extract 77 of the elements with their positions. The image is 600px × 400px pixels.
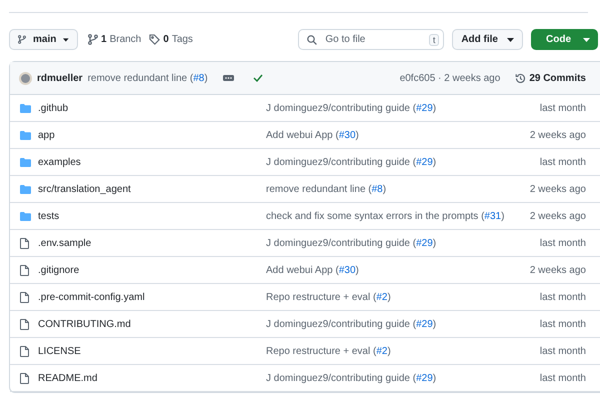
- avatar[interactable]: [19, 72, 32, 84]
- caret-icon: [583, 38, 590, 42]
- add-file-button[interactable]: Add file: [452, 29, 523, 50]
- commit-message: remove redundant line (#8): [88, 72, 208, 84]
- pull-request-link[interactable]: #29: [416, 156, 433, 168]
- commit-message: J dominguez9/contributing guide (#29): [266, 372, 438, 384]
- file-icon: [20, 372, 29, 384]
- caret-icon: [63, 38, 69, 42]
- folder-link[interactable]: app: [38, 130, 266, 140]
- folder-icon: [20, 184, 31, 194]
- pull-request-link[interactable]: #8: [193, 72, 204, 84]
- commit-time: 2 weeks ago: [530, 184, 586, 194]
- folder-link[interactable]: src/translation_agent: [38, 184, 266, 194]
- ellipsis-icon[interactable]: [222, 75, 234, 81]
- pull-request-link[interactable]: #29: [416, 102, 433, 114]
- pull-request-link[interactable]: #8: [372, 184, 383, 194]
- branches-link[interactable]: 1 Branch: [88, 34, 142, 45]
- commit-message: Add webui App (#30): [266, 264, 360, 276]
- file-link[interactable]: .gitignore: [38, 264, 266, 276]
- tags-link[interactable]: 0 Tags: [149, 34, 193, 45]
- commit-time: 2 weeks ago: [530, 264, 586, 276]
- commit-message: Repo restructure + eval (#2): [266, 346, 392, 356]
- pull-request-link[interactable]: #31: [484, 210, 502, 222]
- commit-time: last month: [540, 372, 586, 384]
- file-link[interactable]: LICENSE: [38, 346, 266, 356]
- file-link[interactable]: README.md: [38, 372, 266, 384]
- folder-icon: [20, 158, 31, 166]
- pull-request-link[interactable]: #30: [338, 264, 356, 276]
- history-icon: [515, 72, 526, 84]
- file-link[interactable]: .env.sample: [38, 238, 266, 248]
- folder-link[interactable]: .github: [38, 102, 266, 114]
- commit-hash[interactable]: e0fc605 · 2 weeks ago: [400, 72, 500, 84]
- pull-request-link[interactable]: #2: [376, 292, 388, 302]
- folder-link[interactable]: examples: [38, 156, 266, 168]
- commit-message: J dominguez9/contributing guide (#29): [266, 102, 438, 114]
- pull-request-link[interactable]: #29: [416, 238, 433, 248]
- commit-time: last month: [540, 238, 586, 248]
- commit-message: Add webui App (#30): [266, 130, 360, 140]
- commit-time: last month: [540, 156, 586, 168]
- tag-icon: [149, 34, 160, 45]
- branch-icon: [18, 34, 26, 45]
- author-name[interactable]: rdmueller: [37, 72, 83, 84]
- pull-request-link[interactable]: #29: [416, 318, 433, 330]
- pull-request-link[interactable]: #2: [376, 346, 388, 356]
- commit-message: J dominguez9/contributing guide (#29): [266, 238, 438, 248]
- search-icon: [307, 34, 318, 44]
- commit-time: last month: [540, 346, 586, 356]
- file-icon: [20, 264, 29, 276]
- pull-request-link[interactable]: #30: [338, 130, 356, 140]
- pull-request-link[interactable]: #29: [416, 372, 433, 384]
- commit-message: J dominguez9/contributing guide (#29): [266, 156, 438, 168]
- commit-message: Repo restructure + eval (#2): [266, 292, 392, 302]
- folder-link[interactable]: tests: [38, 210, 266, 222]
- commits-link[interactable]: 29 Commits: [515, 72, 586, 84]
- file-icon: [20, 318, 29, 330]
- search-field[interactable]: Go to file t: [298, 29, 444, 50]
- shortcut-key: t: [428, 34, 440, 46]
- caret-icon: [507, 38, 514, 42]
- file-link[interactable]: .pre-commit-config.yaml: [38, 292, 266, 302]
- branch-icon: [88, 34, 98, 45]
- commit-time: last month: [540, 292, 586, 302]
- file-icon: [20, 238, 29, 248]
- commit-time: last month: [540, 318, 586, 330]
- commit-message: check and fix some syntax errors in the prompts (#31): [266, 210, 506, 222]
- commit-message: remove redundant line (#8): [266, 184, 388, 194]
- folder-icon: [20, 212, 31, 220]
- branch-select[interactable]: main: [9, 29, 78, 50]
- folder-icon: [20, 130, 31, 140]
- file-link[interactable]: CONTRIBUTING.md: [38, 318, 266, 330]
- commit-time: last month: [540, 102, 586, 114]
- commit-message: J dominguez9/contributing guide (#29): [266, 318, 438, 330]
- file-icon: [20, 292, 29, 302]
- commit-time: 2 weeks ago: [530, 130, 586, 140]
- file-icon: [20, 346, 29, 356]
- folder-icon: [20, 104, 31, 112]
- code-button[interactable]: Code: [531, 29, 598, 50]
- commit-time: 2 weeks ago: [530, 210, 586, 222]
